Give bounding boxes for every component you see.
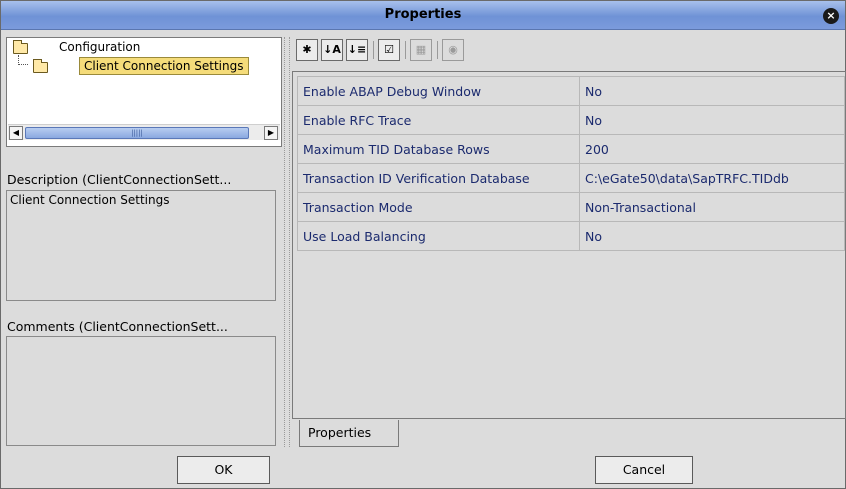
property-value[interactable]: C:\eGate50\data\SapTRFC.TIDdb — [579, 163, 845, 193]
properties-dialog: Properties × Configuration Client Connec… — [0, 0, 846, 489]
folder-icon — [33, 59, 48, 73]
sort-az-icon[interactable]: ↓A — [321, 39, 343, 61]
scroll-left-icon[interactable]: ◀ — [9, 126, 23, 140]
property-value[interactable]: Non-Transactional — [579, 192, 845, 222]
tab-properties[interactable]: Properties — [299, 420, 399, 447]
comments-textbox[interactable] — [6, 336, 276, 446]
title-bar[interactable]: Properties × — [1, 1, 845, 30]
grid-icon[interactable]: ▦ — [410, 39, 432, 61]
panel-splitter[interactable] — [284, 37, 290, 447]
property-row[interactable]: Maximum TID Database Rows 200 — [297, 134, 845, 164]
comments-label: Comments (ClientConnectionSett... — [7, 319, 228, 334]
property-row[interactable]: Enable ABAP Debug Window No — [297, 76, 845, 106]
property-value[interactable]: 200 — [579, 134, 845, 164]
property-row[interactable]: Transaction Mode Non-Transactional — [297, 192, 845, 222]
toolbar-separator — [405, 41, 406, 59]
property-table: Enable ABAP Debug Window No Enable RFC T… — [297, 76, 845, 251]
property-name: Enable ABAP Debug Window — [297, 76, 580, 106]
horizontal-scrollbar[interactable]: ◀ ||||| ▶ — [8, 124, 280, 140]
property-sheet: Enable ABAP Debug Window No Enable RFC T… — [292, 71, 846, 419]
checklist-icon[interactable]: ☑ — [378, 39, 400, 61]
sort-category-icon[interactable]: ↓≡ — [346, 39, 368, 61]
property-row[interactable]: Transaction ID Verification Database C:\… — [297, 163, 845, 193]
property-name: Maximum TID Database Rows — [297, 134, 580, 164]
tree-item-client-connection-settings[interactable]: Client Connection Settings — [9, 57, 281, 75]
pin-icon[interactable]: ✱ — [296, 39, 318, 61]
help-circle-icon[interactable]: ◉ — [442, 39, 464, 61]
close-icon[interactable]: × — [823, 8, 839, 24]
toolbar-separator — [437, 41, 438, 59]
property-name: Transaction ID Verification Database — [297, 163, 580, 193]
tree-item-label: Configuration — [59, 40, 141, 54]
property-name: Transaction Mode — [297, 192, 580, 222]
property-row[interactable]: Enable RFC Trace No — [297, 105, 845, 135]
scroll-thumb[interactable]: ||||| — [25, 127, 249, 139]
configuration-tree: Configuration Client Connection Settings… — [6, 37, 282, 147]
folder-icon — [13, 40, 28, 54]
property-value[interactable]: No — [579, 221, 845, 251]
description-textbox[interactable]: Client Connection Settings — [6, 190, 276, 301]
scroll-right-icon[interactable]: ▶ — [264, 126, 278, 140]
property-row[interactable]: Use Load Balancing No — [297, 221, 845, 251]
tree-item-label: Client Connection Settings — [79, 57, 249, 75]
property-value[interactable]: No — [579, 105, 845, 135]
property-name: Use Load Balancing — [297, 221, 580, 251]
property-name: Enable RFC Trace — [297, 105, 580, 135]
window-title: Properties — [384, 7, 462, 22]
description-label: Description (ClientConnectionSett... — [7, 172, 232, 187]
ok-button[interactable]: OK — [177, 456, 270, 484]
cancel-button[interactable]: Cancel — [595, 456, 693, 484]
property-value[interactable]: No — [579, 76, 845, 106]
toolbar-separator — [373, 41, 374, 59]
